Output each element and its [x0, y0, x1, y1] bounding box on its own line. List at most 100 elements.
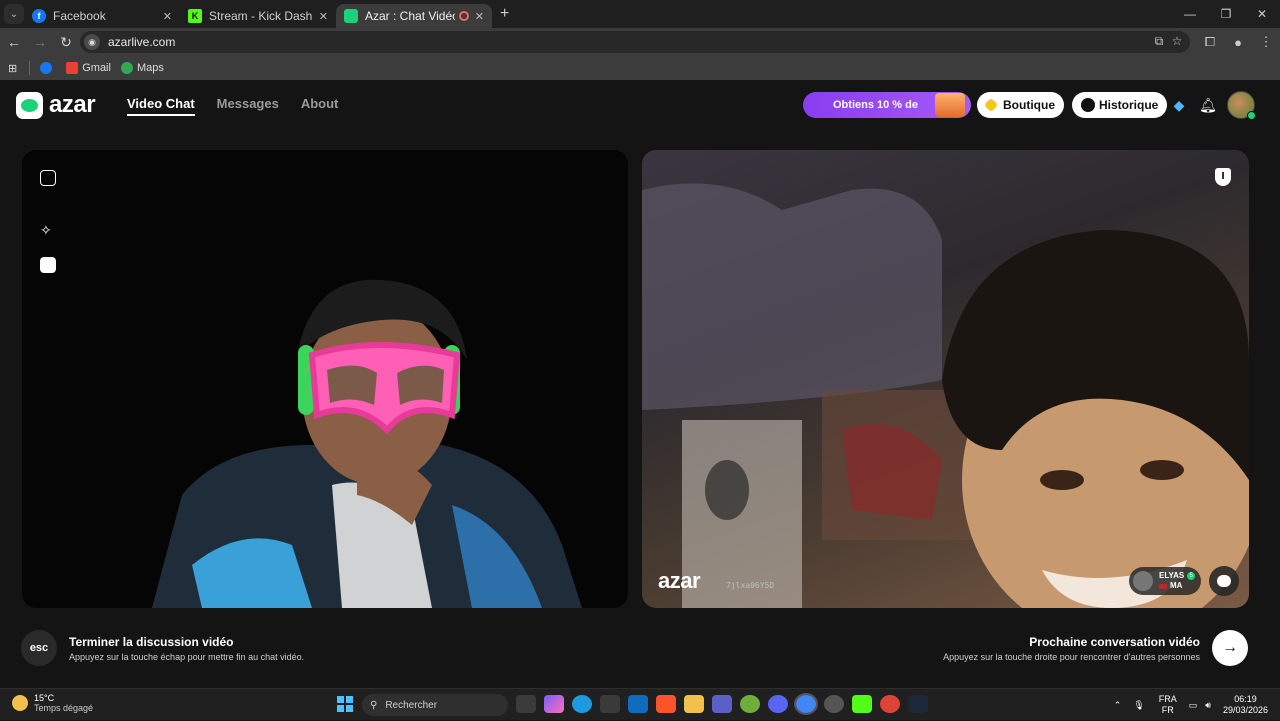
store-icon[interactable]	[600, 695, 620, 713]
nav-video-chat[interactable]: Video Chat	[127, 96, 195, 116]
promo-banner[interactable]: Obtiens 10 % de	[803, 92, 971, 118]
kick-icon: K	[188, 9, 202, 23]
taskbar-search[interactable]: ⚲ Rechercher	[362, 694, 508, 716]
gems-balance-icon[interactable]: ◆	[1169, 95, 1189, 115]
restore-button[interactable]: ❐	[1208, 0, 1244, 28]
tab-search-button[interactable]: ⌄	[4, 4, 24, 24]
teams-icon[interactable]	[712, 695, 732, 713]
discord-icon[interactable]	[768, 695, 788, 713]
partner-avatar	[1133, 571, 1153, 591]
next-chat-hint: Appuyez sur la touche droite pour rencon…	[943, 652, 1200, 662]
taskbar: 15°C Temps dégagé ⚲ Rechercher ⌃ 🎙︎ FRA …	[0, 688, 1280, 720]
weather-text: Temps dégagé	[34, 703, 94, 713]
cast-icon[interactable]: ⧉	[1150, 34, 1168, 49]
tab-title: Stream - Kick Dashboard	[209, 9, 313, 23]
next-chat-title: Prochaine conversation vidéo	[1029, 635, 1200, 649]
chat-bubble-button[interactable]	[1209, 566, 1239, 596]
arrow-right-icon: →	[1222, 639, 1238, 656]
app-icon[interactable]	[824, 695, 844, 713]
logo-text: azar	[49, 91, 96, 118]
app-icon[interactable]	[740, 695, 760, 713]
chat-icon	[1217, 575, 1231, 587]
close-icon[interactable]: ✕	[319, 10, 328, 23]
task-view-icon[interactable]	[516, 695, 536, 713]
report-shield-icon[interactable]	[1215, 168, 1231, 186]
minimize-video-icon[interactable]	[40, 170, 56, 186]
divider	[29, 61, 31, 75]
close-icon[interactable]: ✕	[163, 10, 172, 23]
watermark-id: 7jlxa06Y5D	[726, 581, 775, 590]
search-icon: ⚲	[370, 699, 378, 711]
maps-icon	[120, 62, 133, 74]
outlook-icon[interactable]	[628, 695, 648, 713]
address-bar: ← → ↻ ◉ azarlive.com ⧉ ☆ ⧠ ● ⋮	[0, 28, 1280, 56]
reload-button[interactable]: ↻	[54, 34, 78, 51]
site-info-icon[interactable]: ◉	[84, 34, 100, 50]
profile-icon[interactable]: ●	[1224, 35, 1252, 50]
main-nav: Video Chat Messages About	[127, 96, 360, 116]
language-indicator[interactable]: FRA FR	[1159, 694, 1177, 716]
local-video-panel: ✧	[22, 150, 628, 608]
nav-about[interactable]: About	[301, 96, 339, 116]
volume-icon[interactable]: 🔊︎	[1205, 700, 1211, 711]
network-icon[interactable]: ▭	[1189, 700, 1198, 711]
steam-icon[interactable]	[908, 695, 928, 713]
moon-icon	[12, 695, 28, 711]
clock[interactable]: 06:19 29/03/2026	[1223, 694, 1268, 716]
menu-icon[interactable]: ⋮	[1252, 34, 1280, 50]
lang-top: FRA	[1158, 694, 1177, 704]
kick-icon[interactable]	[852, 695, 872, 713]
bookmark-maps[interactable]: Maps	[120, 62, 164, 74]
online-status-dot	[1247, 111, 1256, 120]
partner-country: MA	[1170, 581, 1183, 590]
windows-start-icon[interactable]	[337, 696, 353, 712]
close-icon[interactable]: ✕	[475, 10, 484, 23]
copilot-icon[interactable]	[544, 695, 564, 713]
edge-icon[interactable]	[572, 695, 592, 713]
url-text: azarlive.com	[108, 35, 176, 49]
user-avatar[interactable]	[1227, 91, 1256, 120]
gmail-icon	[66, 62, 79, 74]
bookmark-gmail[interactable]: Gmail	[66, 62, 111, 74]
new-tab-button[interactable]: +	[500, 5, 509, 23]
face-filter-icon[interactable]	[40, 257, 56, 273]
notification-bell-icon[interactable]: 🔔︎	[1198, 95, 1218, 115]
partner-profile-chip[interactable]: ELYAS 5 MA	[1129, 567, 1201, 595]
tab-azar[interactable]: Azar : Chat Vidéo avec de n ✕	[336, 4, 492, 28]
morocco-flag-icon	[1159, 583, 1167, 589]
chrome-icon[interactable]	[794, 693, 818, 715]
chrome-icon[interactable]	[880, 695, 900, 713]
weather-widget[interactable]: 15°C Temps dégagé	[12, 693, 93, 713]
extensions-icon[interactable]: ⧠	[1196, 34, 1224, 50]
end-chat-hint: Appuyez sur la touche échap pour mettre …	[69, 652, 305, 662]
next-chat-button[interactable]: →	[1212, 630, 1248, 666]
url-input[interactable]: ◉ azarlive.com ⧉ ☆	[80, 31, 1190, 53]
remote-user-video	[642, 183, 1249, 608]
time: 06:19	[1234, 694, 1257, 704]
file-explorer-icon[interactable]	[684, 695, 704, 713]
end-chat-button[interactable]: esc	[21, 630, 57, 666]
lang-bottom: FR	[1161, 705, 1174, 715]
apps-grid-icon[interactable]: ⊞	[8, 62, 17, 75]
facebook-icon	[40, 62, 53, 74]
treasure-chest-icon	[935, 93, 965, 117]
history-button[interactable]: Historique	[1072, 92, 1168, 118]
close-window-button[interactable]: ✕	[1244, 0, 1280, 28]
nav-messages[interactable]: Messages	[217, 96, 279, 116]
tray-overflow-icon[interactable]: ⌃	[1114, 700, 1122, 711]
bookmark-star-icon[interactable]: ☆	[1168, 34, 1186, 49]
azar-icon	[344, 9, 358, 23]
tab-kick[interactable]: K Stream - Kick Dashboard ✕	[180, 4, 336, 28]
microphone-icon[interactable]: 🎙︎	[1133, 700, 1144, 711]
shop-button[interactable]: Boutique	[977, 92, 1064, 118]
facebook-icon: f	[32, 9, 46, 23]
minimize-button[interactable]: —	[1172, 0, 1208, 28]
brave-icon[interactable]	[656, 695, 676, 713]
magic-wand-icon[interactable]: ✧	[40, 222, 56, 238]
forward-button[interactable]: →	[28, 34, 52, 50]
tab-facebook[interactable]: f Facebook ✕	[24, 4, 180, 28]
back-button[interactable]: ←	[2, 34, 26, 50]
azar-logo[interactable]: azar	[16, 91, 96, 119]
end-chat-title: Terminer la discussion vidéo	[69, 635, 234, 649]
bookmark-facebook[interactable]	[40, 62, 56, 74]
